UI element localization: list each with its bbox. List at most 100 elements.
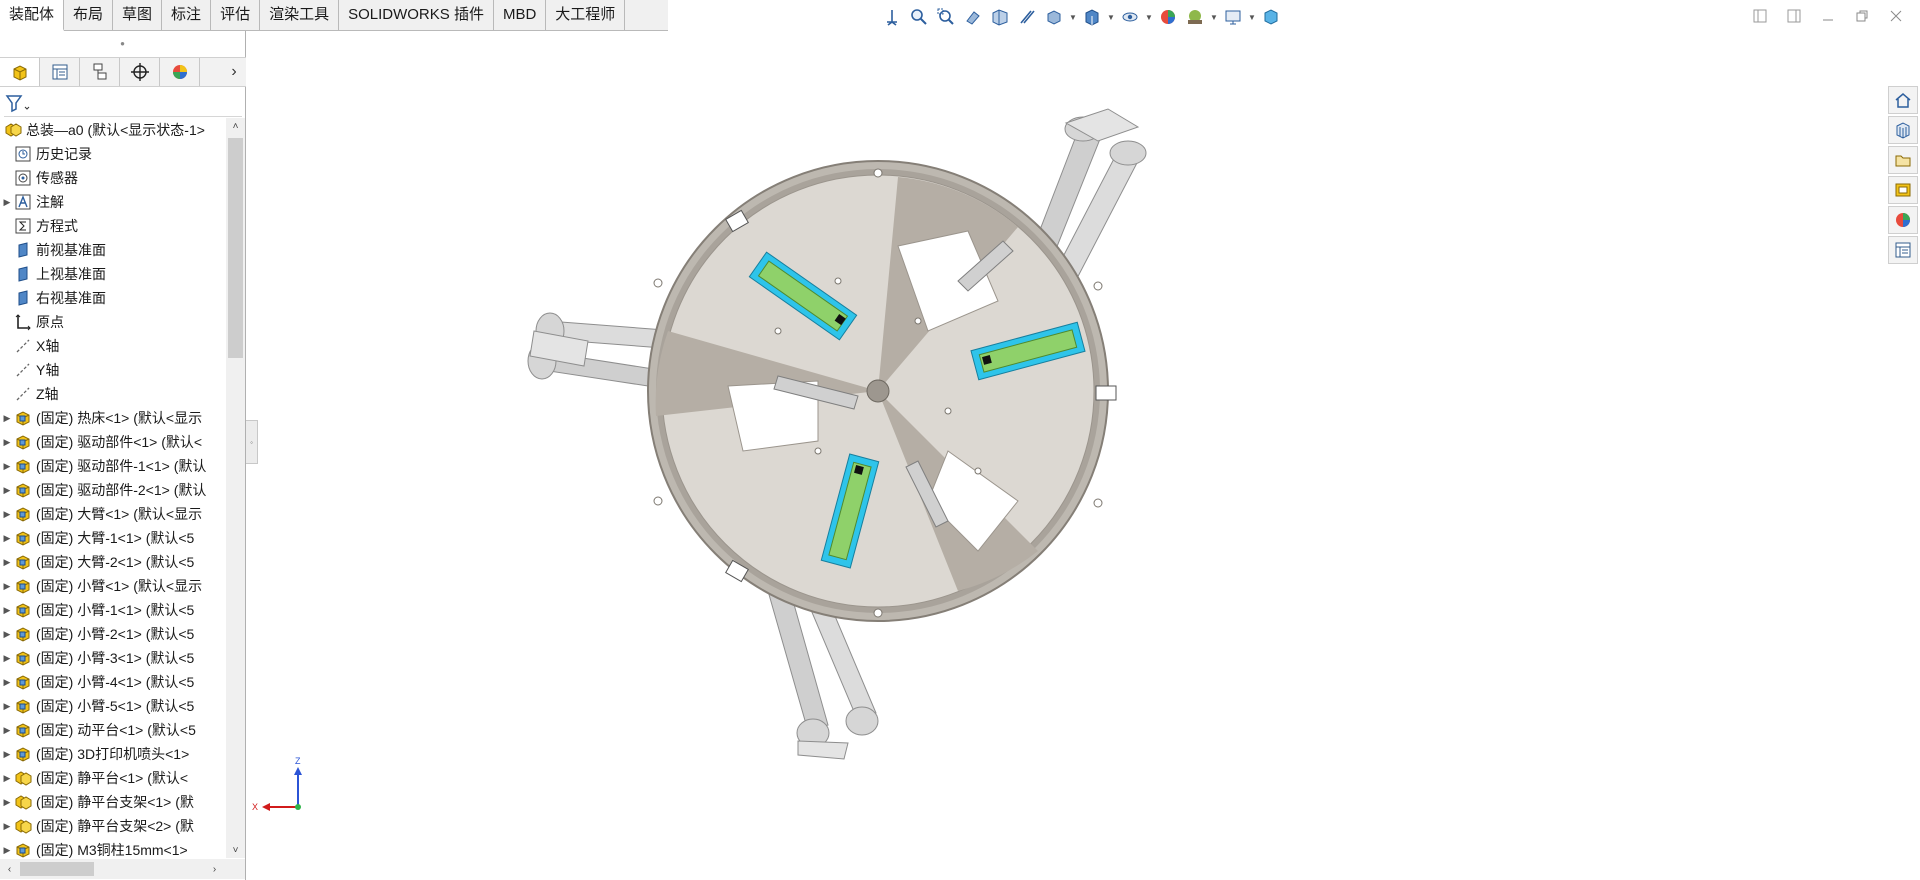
panel-grip-icon[interactable]: ● [0, 31, 245, 55]
tree-hscroll-thumb[interactable] [20, 862, 94, 876]
tree-horizontal-scrollbar[interactable]: ‹ › [0, 859, 245, 879]
feature-manager-tab[interactable] [0, 58, 40, 86]
tree-item[interactable]: 方程式 [0, 214, 226, 238]
tree-item[interactable]: ▶ (固定) 大臂-1<1> (默认<5 [0, 526, 226, 550]
tree-scroll-thumb[interactable] [228, 138, 243, 358]
tree-item[interactable]: Y轴 [0, 358, 226, 382]
expand-arrow-icon[interactable]: ▶ [0, 773, 14, 784]
expand-arrow-icon[interactable]: ▶ [0, 797, 14, 808]
tree-root-assembly[interactable]: 总装—a0 (默认<显示状态-1> [0, 118, 226, 142]
apply-scene-dropdown-icon[interactable]: ▼ [1210, 5, 1218, 29]
solidworks-resources-icon[interactable] [1888, 86, 1918, 114]
hide-show-items-icon[interactable] [1118, 5, 1142, 29]
tree-item[interactable]: ▶ (固定) 小臂-4<1> (默认<5 [0, 670, 226, 694]
tree-item[interactable]: Z轴 [0, 382, 226, 406]
tree-item[interactable]: ▶ (固定) 大臂-2<1> (默认<5 [0, 550, 226, 574]
tree-item[interactable]: ▶ (固定) 大臂<1> (默认<显示 [0, 502, 226, 526]
tree-item[interactable]: 前视基准面 [0, 238, 226, 262]
tree-item[interactable]: ▶ 注解 [0, 190, 226, 214]
tab-4[interactable]: 评估 [211, 0, 261, 31]
expand-arrow-icon[interactable]: ▶ [0, 845, 14, 856]
tab-8[interactable]: 大工程师 [546, 0, 626, 31]
dimxpert-manager-tab[interactable] [120, 58, 160, 86]
expand-arrow-icon[interactable]: ▶ [0, 581, 14, 592]
tree-item[interactable]: 上视基准面 [0, 262, 226, 286]
expand-arrow-icon[interactable]: ▶ [0, 413, 14, 424]
tile-right-icon[interactable] [1784, 6, 1804, 26]
scroll-left-icon[interactable]: ‹ [0, 861, 19, 877]
file-explorer-icon[interactable] [1888, 146, 1918, 174]
tree-item[interactable]: 原点 [0, 310, 226, 334]
tab-3[interactable]: 标注 [162, 0, 212, 31]
expand-arrow-icon[interactable]: ▶ [0, 749, 14, 760]
view-origin-icon[interactable] [880, 5, 904, 29]
delta-printer-model[interactable] [258, 31, 1878, 880]
edit-appearance-icon[interactable] [1156, 5, 1180, 29]
tree-item[interactable]: ▶ (固定) 静平台支架<1> (默 [0, 790, 226, 814]
tree-item[interactable]: 历史记录 [0, 142, 226, 166]
tree-item[interactable]: ▶ (固定) 小臂-3<1> (默认<5 [0, 646, 226, 670]
expand-arrow-icon[interactable]: ▶ [0, 605, 14, 616]
expand-arrow-icon[interactable]: ▶ [0, 629, 14, 640]
previous-view-icon[interactable] [961, 5, 985, 29]
restore-icon[interactable] [1852, 6, 1872, 26]
view-orientation-dropdown-icon[interactable]: ▼ [1069, 5, 1077, 29]
scroll-up-icon[interactable]: ˄ [226, 118, 245, 134]
view-orientation-icon[interactable] [1042, 5, 1066, 29]
section-view-icon[interactable] [988, 5, 1012, 29]
tree-item[interactable]: ▶ (固定) 小臂-2<1> (默认<5 [0, 622, 226, 646]
tree-item[interactable]: 右视基准面 [0, 286, 226, 310]
graphics-area[interactable] [258, 31, 1878, 880]
display-manager-tab[interactable] [160, 58, 200, 86]
panel-collapse-icon[interactable]: ◦ [246, 420, 258, 464]
tab-7[interactable]: MBD [494, 0, 547, 31]
tile-left-icon[interactable] [1750, 6, 1770, 26]
tree-item[interactable]: 传感器 [0, 166, 226, 190]
zoom-to-area-icon[interactable] [934, 5, 958, 29]
tree-item[interactable]: ▶ (固定) 驱动部件<1> (默认< [0, 430, 226, 454]
filter-icon[interactable] [4, 93, 30, 113]
view-settings-icon[interactable] [1221, 5, 1245, 29]
close-icon[interactable] [1886, 6, 1906, 26]
view-palette-icon[interactable] [1888, 176, 1918, 204]
expand-arrow-icon[interactable]: ▶ [0, 197, 14, 208]
expand-arrow-icon[interactable]: ▶ [0, 509, 14, 520]
design-library-icon[interactable] [1888, 116, 1918, 144]
tree-item[interactable]: ▶ (固定) 静平台<1> (默认< [0, 766, 226, 790]
apply-scene-icon[interactable] [1183, 5, 1207, 29]
scroll-right-icon[interactable]: › [205, 861, 224, 877]
expand-arrow-icon[interactable]: ▶ [0, 653, 14, 664]
panel-tabs-more-icon[interactable]: › [222, 58, 246, 86]
expand-arrow-icon[interactable]: ▶ [0, 461, 14, 472]
tree-item[interactable]: ▶ (固定) 小臂-1<1> (默认<5 [0, 598, 226, 622]
scroll-down-icon[interactable]: ˅ [226, 842, 245, 858]
expand-arrow-icon[interactable]: ▶ [0, 821, 14, 832]
hide-show-dropdown-icon[interactable]: ▼ [1145, 5, 1153, 29]
tree-filter[interactable] [4, 89, 242, 117]
view-settings-dropdown-icon[interactable]: ▼ [1248, 5, 1256, 29]
tree-item[interactable]: ▶ (固定) 小臂<1> (默认<显示 [0, 574, 226, 598]
tab-0[interactable]: 装配体 [0, 0, 65, 31]
expand-arrow-icon[interactable]: ▶ [0, 677, 14, 688]
expand-arrow-icon[interactable]: ▶ [0, 437, 14, 448]
display-style-icon[interactable] [1080, 5, 1104, 29]
tree-item[interactable]: ▶ (固定) 动平台<1> (默认<5 [0, 718, 226, 742]
expand-arrow-icon[interactable]: ▶ [0, 725, 14, 736]
tree-item[interactable]: X轴 [0, 334, 226, 358]
tree-item[interactable]: ▶ (固定) 小臂-5<1> (默认<5 [0, 694, 226, 718]
dynamic-annotation-icon[interactable] [1015, 5, 1039, 29]
expand-arrow-icon[interactable]: ▶ [0, 557, 14, 568]
expand-arrow-icon[interactable]: ▶ [0, 701, 14, 712]
tree-item[interactable]: ▶ (固定) 驱动部件-2<1> (默认 [0, 478, 226, 502]
tree-item[interactable]: ▶ (固定) 热床<1> (默认<显示 [0, 406, 226, 430]
tree-item[interactable]: ▶ (固定) M3铜柱15mm<1> [0, 838, 226, 858]
display-style-dropdown-icon[interactable]: ▼ [1107, 5, 1115, 29]
minimize-icon[interactable] [1818, 6, 1838, 26]
tab-6[interactable]: SOLIDWORKS 插件 [339, 0, 494, 31]
tree-vertical-scrollbar[interactable]: ˄ ˅ [226, 118, 245, 858]
tab-2[interactable]: 草图 [113, 0, 163, 31]
property-manager-tab[interactable] [40, 58, 80, 86]
zoom-to-fit-icon[interactable] [907, 5, 931, 29]
appearances-icon[interactable] [1888, 206, 1918, 234]
custom-properties-icon[interactable] [1888, 236, 1918, 264]
